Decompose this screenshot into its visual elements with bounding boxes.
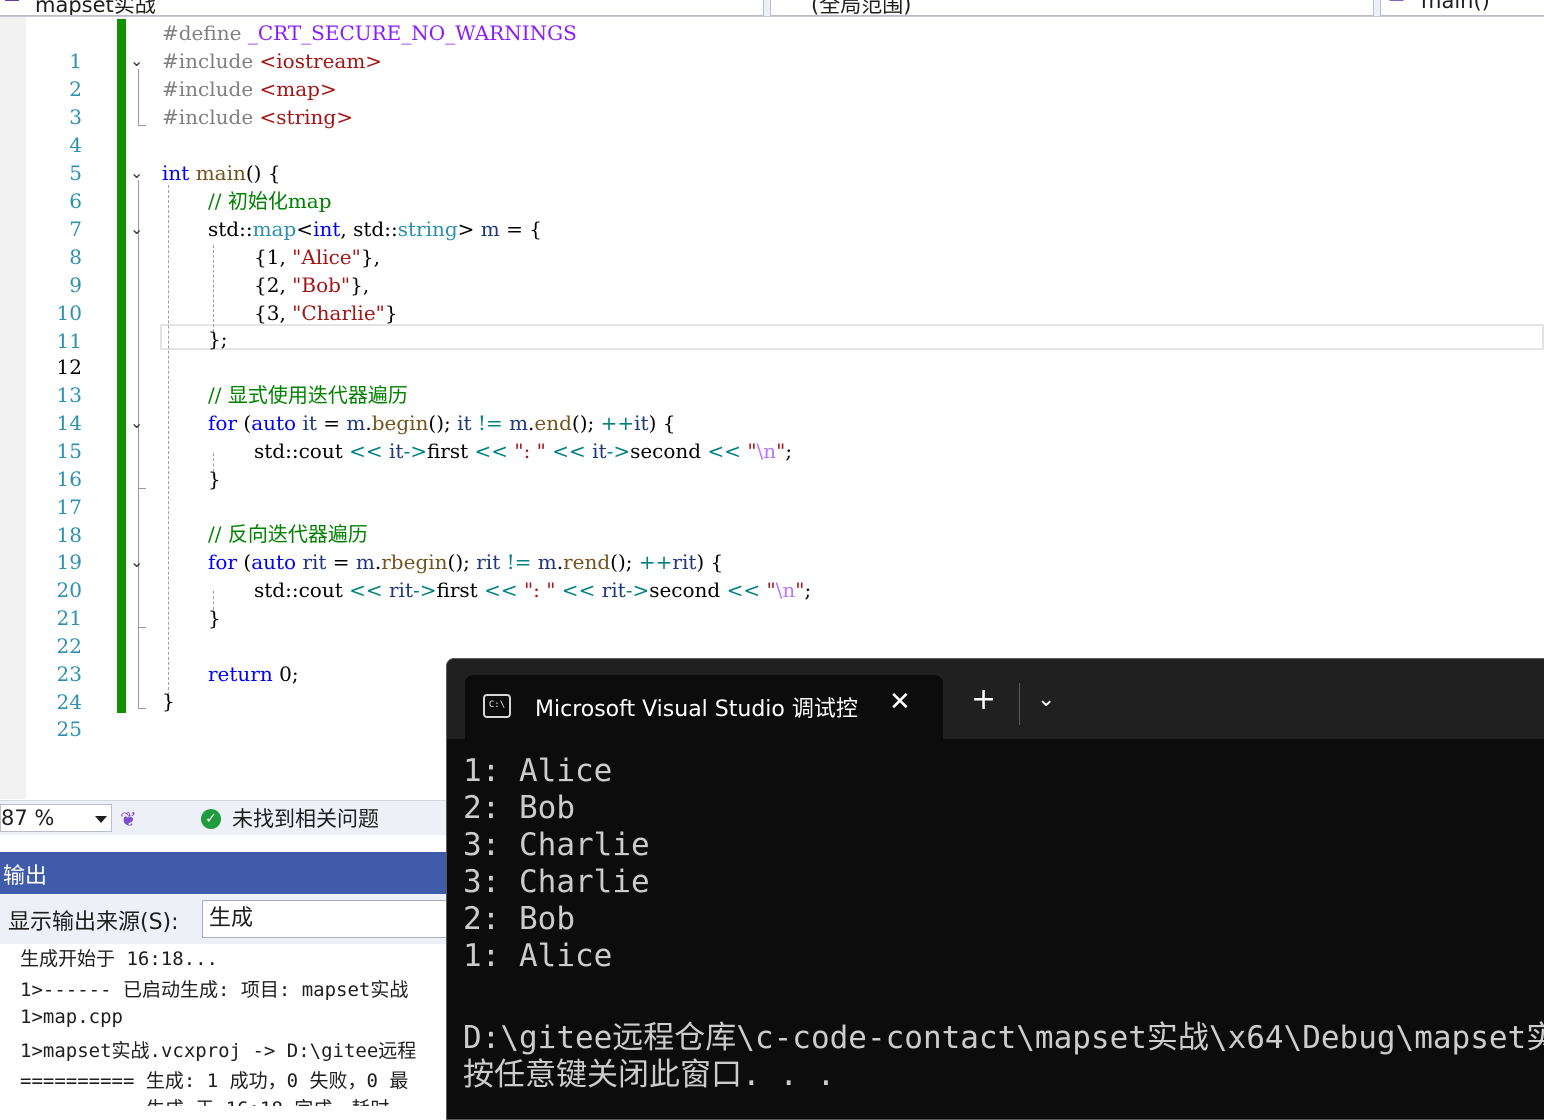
console-line: 2: Bob <box>463 901 575 937</box>
code-line[interactable]: 23 <box>0 632 1544 686</box>
output-toolbar: 显示输出来源(S): 生成 <box>0 894 462 944</box>
code-line[interactable]: 15 ⌄ for (auto it = m.begin(); it != m.e… <box>0 409 1544 463</box>
zoom-value: 87 % <box>1 806 55 830</box>
output-panel-title: 输出 <box>3 864 48 889</box>
code-line[interactable]: 10 {2, "Bob"}, <box>0 271 1544 325</box>
new-tab-icon[interactable]: + <box>971 685 996 715</box>
code-line[interactable]: 3 #include <map> <box>0 75 1544 129</box>
line-number: 25 <box>56 717 82 741</box>
code-line[interactable]: 4 #include <string> <box>0 103 1544 157</box>
code-line[interactable]: 20 ⌄ for (auto rit = m.rbegin(); rit != … <box>0 548 1544 602</box>
collapse-chevron-icon[interactable]: ⌄ <box>130 409 148 437</box>
titlebar-divider <box>1019 683 1020 725</box>
code-line-current[interactable]: 12 }; <box>0 325 1544 379</box>
code-line[interactable]: 19 // 反向迭代器遍历 <box>0 520 1544 574</box>
chevron-down-icon[interactable]: ⌄ <box>1037 687 1055 712</box>
code-line[interactable]: 11 {3, "Charlie"} <box>0 299 1544 353</box>
console-tab-title: Microsoft Visual Studio 调试控 <box>535 697 858 722</box>
console-line: 2: Bob <box>463 790 575 826</box>
code-line[interactable]: 17 } <box>0 465 1544 519</box>
code-line[interactable]: 13 <box>0 353 1544 407</box>
output-line: 1>------ 已启动生成: 项目: mapset实战 <box>20 979 409 1001</box>
code-line[interactable]: 22 } <box>0 604 1544 658</box>
code-line[interactable]: 9 {1, "Alice"}, <box>0 243 1544 297</box>
member-dropdown-label: main() <box>1421 0 1490 13</box>
terminal-icon: C:\ <box>483 694 511 718</box>
editor-status-bar: 87 % ❦ ✓ 未找到相关问题 <box>0 800 448 835</box>
code-line[interactable]: 7 // 初始化map <box>0 187 1544 241</box>
console-line: 按任意键关闭此窗口. . . <box>463 1057 836 1093</box>
console-line: 1: Alice <box>463 753 613 789</box>
issues-status[interactable]: 未找到相关问题 <box>232 805 379 833</box>
collapse-chevron-icon[interactable]: ⌄ <box>130 47 148 75</box>
output-panel-header: 输出 <box>0 852 448 894</box>
console-tab[interactable]: C:\ Microsoft Visual Studio 调试控 ✕ <box>465 675 943 739</box>
debug-console-window[interactable]: C:\ Microsoft Visual Studio 调试控 ✕ + ⌄ 1:… <box>446 658 1544 1120</box>
project-dropdown-label: mapset实战 <box>35 0 156 16</box>
project-dropdown[interactable]: mapset实战 <box>0 0 764 16</box>
code-line[interactable]: 5 <box>0 131 1544 185</box>
close-icon[interactable]: ✕ <box>889 687 911 717</box>
collapse-chevron-icon[interactable]: ⌄ <box>130 548 148 576</box>
console-line: 3: Charlie <box>463 864 650 900</box>
member-dropdown[interactable]: main() <box>1380 0 1544 16</box>
output-line: ========== 生成 于 16:18 完成，耗时 <box>20 1094 389 1106</box>
code-line[interactable]: 18 <box>0 493 1544 547</box>
scope-dropdown[interactable]: (全局范围) <box>770 0 1374 16</box>
collapse-chevron-icon[interactable]: ⌄ <box>130 215 148 243</box>
code-health-icon[interactable]: ❦ <box>120 807 146 831</box>
console-line: 3: Charlie <box>463 827 650 863</box>
output-line: 1>map.cpp <box>20 1006 123 1028</box>
output-line: 1>mapset实战.vcxproj -> D:\gitee远程 <box>20 1040 417 1062</box>
zoom-dropdown[interactable]: 87 % <box>0 804 112 832</box>
console-titlebar: C:\ Microsoft Visual Studio 调试控 ✕ + ⌄ <box>447 659 1544 739</box>
output-text-area[interactable]: 生成开始于 16:18... 1>------ 已启动生成: 项目: mapse… <box>0 944 448 1106</box>
console-line: 1: Alice <box>463 938 613 974</box>
output-source-select[interactable]: 生成 <box>202 900 462 938</box>
chevron-down-icon <box>95 816 107 823</box>
code-line[interactable]: 6 ⌄ int main() { <box>0 159 1544 213</box>
check-circle-icon: ✓ <box>201 809 221 829</box>
output-line: 生成开始于 16:18... <box>20 948 218 970</box>
code-line[interactable]: 8 ⌄ std::map<int, std::string> m = { <box>0 215 1544 269</box>
code-line[interactable]: 21 std::cout << rit->first << ": " << ri… <box>0 576 1544 630</box>
navigation-bar: mapset实战 (全局范围) main() <box>0 0 1544 17</box>
function-icon <box>1389 0 1407 1</box>
code-line[interactable]: 2 ⌄ #include <iostream> <box>0 47 1544 101</box>
code-line[interactable]: 16 std::cout << it->first << ": " << it-… <box>0 437 1544 491</box>
output-source-label: 显示输出来源(S): <box>8 910 179 935</box>
collapse-chevron-icon[interactable]: ⌄ <box>130 159 148 187</box>
code-line[interactable]: 14 // 显式使用迭代器遍历 <box>0 381 1544 435</box>
project-icon <box>5 0 19 1</box>
code-line[interactable]: 1 #define _CRT_SECURE_NO_WARNINGS <box>0 19 1544 73</box>
output-line: ========== 生成: 1 成功，0 失败，0 最 <box>20 1070 409 1092</box>
scope-dropdown-label: (全局范围) <box>811 0 912 16</box>
